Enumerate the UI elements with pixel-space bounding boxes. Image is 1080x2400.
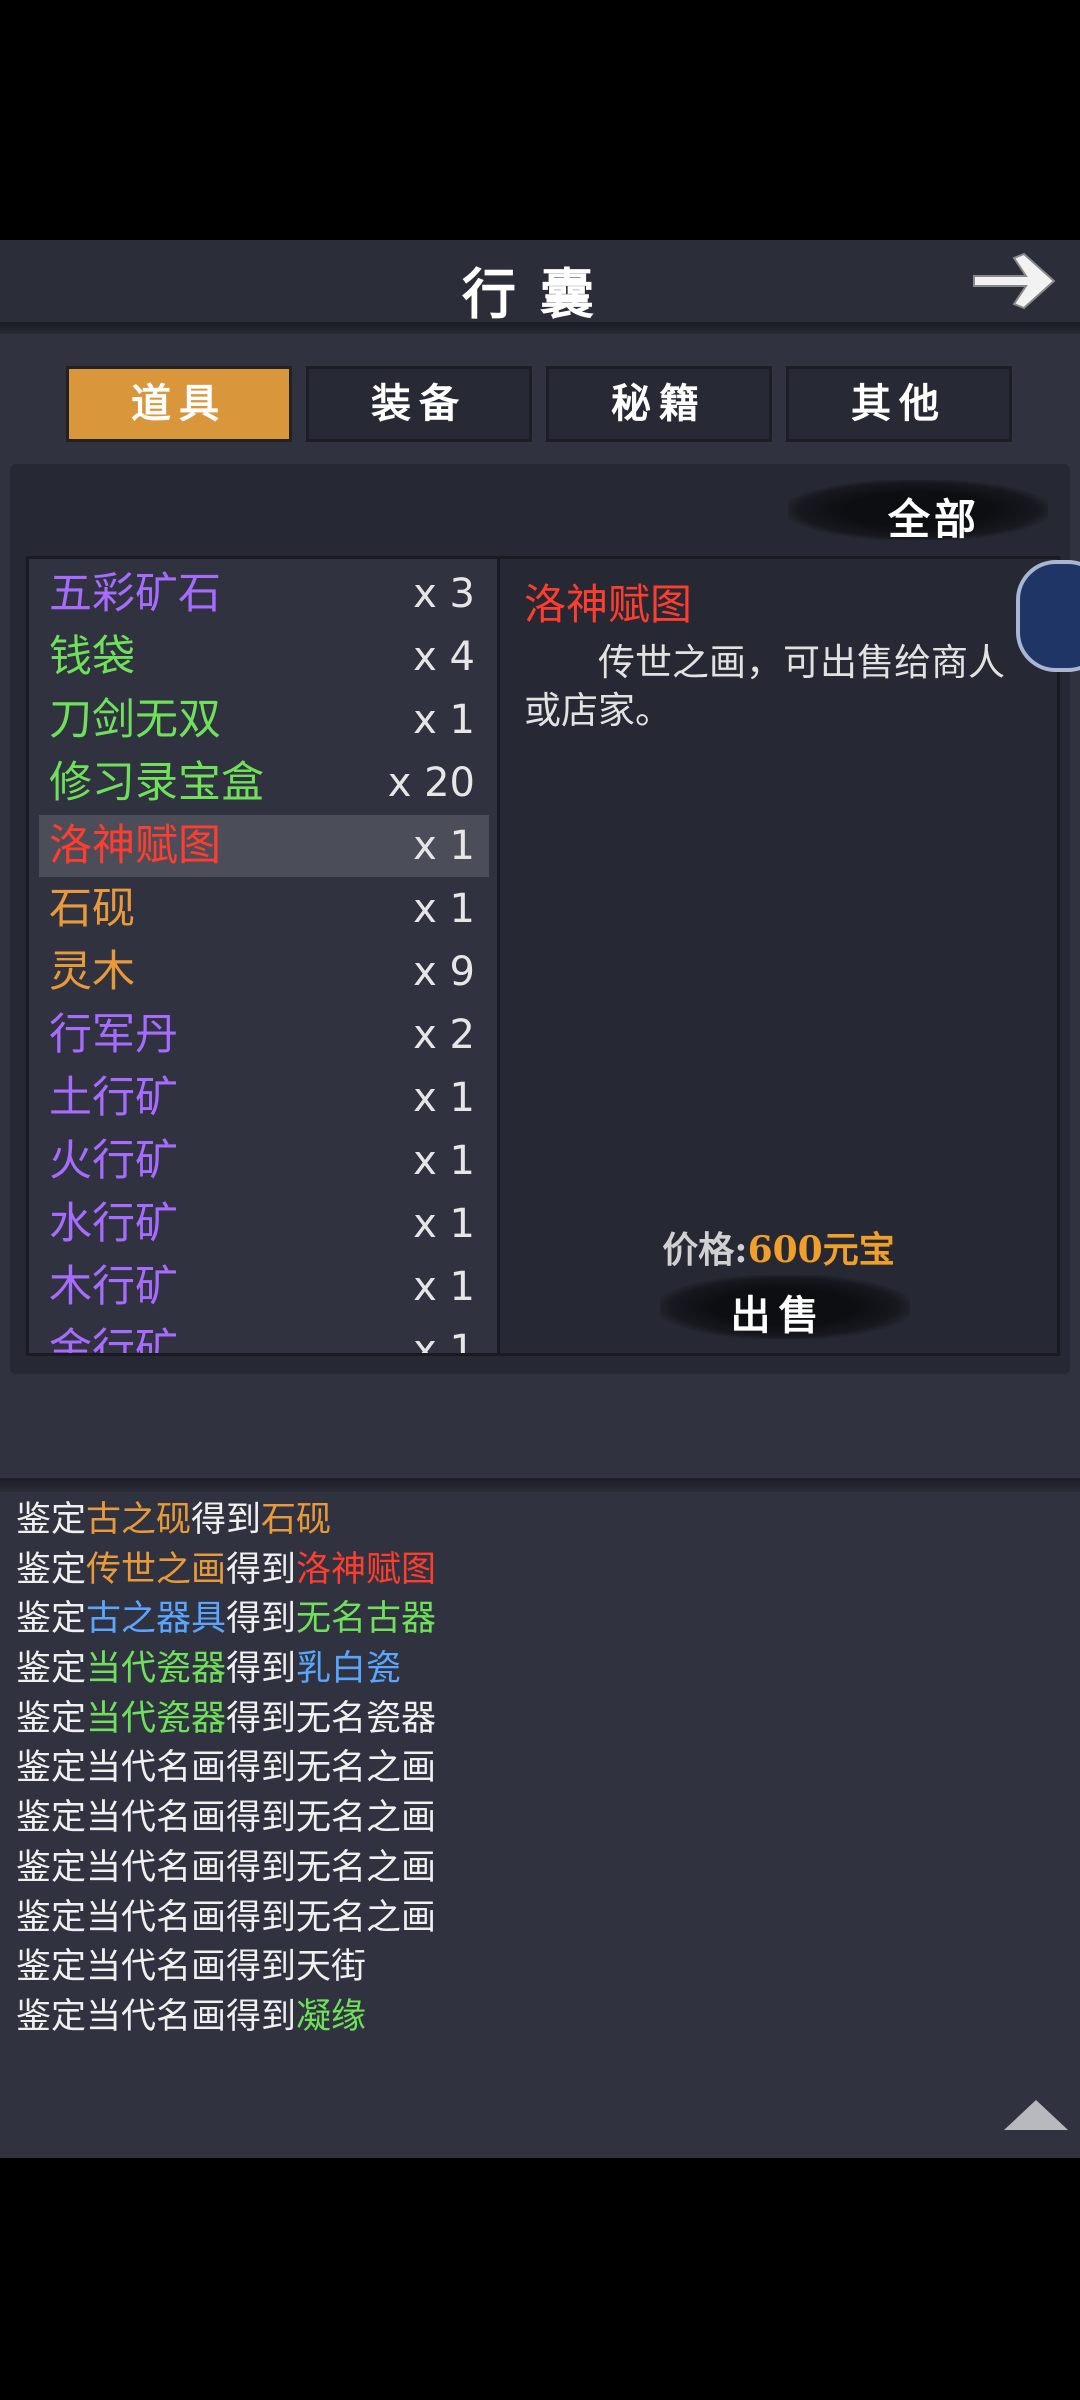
item-name: 石砚 [49,884,135,934]
list-item[interactable]: 木行矿 x 1 [39,1256,489,1318]
log-line: 鉴定当代名画得到无名之画 [16,1894,436,1944]
header-divider [0,322,1080,334]
log-line: 鉴定当代名画得到无名之画 [16,1844,436,1894]
log-line: 鉴定当代名画得到无名之画 [16,1744,436,1794]
log-segment: 得到 [226,1599,297,1640]
item-name: 行军丹 [49,1010,178,1060]
list-item[interactable]: 钱袋 x 4 [39,626,489,688]
log-line: 鉴定传世之画得到洛神赋图 [16,1546,436,1596]
log-line: 鉴定当代瓷器得到乳白瓷 [16,1645,436,1695]
sell-label: 出售 [730,1292,827,1339]
log-segment: 凝缘 [296,1996,367,2037]
content-area: 全部 五彩矿石 x 3 钱袋 x 4 刀剑无双 x 1 修习录宝盒 x 20 洛神赋图 x 1 石砚… [10,464,1080,1374]
item-count: x 4 [413,634,475,680]
list-item[interactable]: 水行矿 x 1 [39,1193,489,1255]
log-segment: 无名古器 [296,1599,437,1640]
log-segment: 鉴定当代名画得到无名之画 [16,1847,437,1888]
list-item[interactable]: 石砚 x 1 [39,878,489,940]
item-count: x 1 [413,886,475,932]
log-line: 鉴定当代名画得到凝缘 [16,1993,436,2043]
item-name: 土行矿 [49,1073,178,1123]
item-count: x 1 [413,1075,475,1121]
page-title: 行囊 [462,262,618,326]
item-count: x 1 [413,1138,475,1184]
list-item[interactable]: 行军丹 x 2 [39,1004,489,1066]
header-bar: 行囊 [0,240,1080,326]
item-name: 钱袋 [49,632,135,682]
item-list[interactable]: 五彩矿石 x 3 钱袋 x 4 刀剑无双 x 1 修习录宝盒 x 20 洛神赋图 x 1 石砚 x 1… [26,556,500,1356]
item-name: 火行矿 [49,1136,178,1186]
price-label: 价格: [662,1229,748,1271]
tab-equipment[interactable]: 装备 [306,366,532,442]
tab-other[interactable]: 其他 [786,366,1012,442]
list-item[interactable]: 五彩矿石 x 3 [39,563,489,625]
log-line: 鉴定古之砚得到石砚 [16,1496,436,1546]
arrow-right-icon[interactable] [968,246,1060,316]
detail-title: 洛神赋图 [524,580,693,629]
item-count: x 9 [413,949,475,995]
tab-manuals[interactable]: 秘籍 [546,366,772,442]
side-badge-icon[interactable] [1016,560,1080,672]
log-line: 鉴定当代瓷器得到无名瓷器 [16,1695,436,1745]
filter-label: 全部 [887,495,980,544]
log-line: 鉴定当代名画得到无名之画 [16,1794,436,1844]
log-segment: 得到 [226,1649,297,1690]
log-line: 鉴定古之器具得到无名古器 [16,1595,436,1645]
inventory-panel: 行囊 道具 装备 秘籍 其他 全部 五彩矿石 x 3 钱袋 x 4 刀剑无双 x 1 修习录… [0,240,1080,2158]
list-item[interactable]: 修习录宝盒 x 20 [39,752,489,814]
log-line: 鉴定当代名画得到天街 [16,1943,436,1993]
item-count: x 1 [413,1264,475,1310]
log-segment: 鉴定 [16,1649,87,1690]
list-item[interactable]: 土行矿 x 1 [39,1067,489,1129]
list-item[interactable]: 刀剑无双 x 1 [39,689,489,751]
list-item[interactable]: 灵木 x 9 [39,941,489,1003]
tab-items[interactable]: 道具 [66,366,292,442]
detail-description: 传世之画，可出售给商人或店家。 [524,641,1005,732]
appraisal-log: 鉴定古之砚得到石砚 鉴定传世之画得到洛神赋图 鉴定古之器具得到无名古器 鉴定当代瓷器得… [16,1496,436,2043]
log-segment: 传世之画 [86,1549,227,1590]
log-segment: 鉴定当代名画得到无名之画 [16,1748,437,1789]
log-segment: 鉴定 [16,1500,87,1540]
item-count: x 2 [413,1012,475,1058]
item-name: 金行矿 [49,1325,178,1356]
item-name: 洛神赋图 [49,821,221,871]
log-segment: 鉴定 [16,1549,87,1590]
log-segment: 乳白瓷 [296,1649,402,1690]
price-value: 600元宝 [747,1229,895,1271]
item-count: x 1 [413,1201,475,1247]
log-segment: 鉴定当代名画得到无名之画 [16,1897,437,1938]
log-segment: 鉴定当代名画得到无名之画 [16,1798,437,1839]
item-name: 五彩矿石 [49,569,221,619]
item-count: x 3 [413,571,475,617]
log-segment: 得到 [226,1549,297,1590]
item-detail: 洛神赋图 传世之画，可出售给商人或店家。 价格:600元宝 出售 [500,556,1060,1356]
item-count: x 20 [387,760,475,806]
list-item[interactable]: 洛神赋图 x 1 [39,815,489,877]
item-count: x 1 [413,697,475,743]
item-name: 刀剑无双 [49,695,221,745]
log-segment: 洛神赋图 [296,1549,437,1590]
log-segment: 得到无名瓷器 [226,1698,437,1739]
log-segment: 鉴定当代名画得到天街 [16,1947,367,1988]
log-segment: 鉴定当代名画得到 [16,1996,297,2037]
item-count: x 1 [413,823,475,869]
list-item[interactable]: 火行矿 x 1 [39,1130,489,1192]
item-name: 修习录宝盒 [49,758,264,808]
log-segment: 当代瓷器 [86,1698,227,1739]
log-segment: 鉴定 [16,1599,87,1640]
price: 价格:600元宝 [500,1221,1057,1273]
log-divider [0,1478,1080,1492]
list-item[interactable]: 金行矿 x 1 [39,1319,489,1356]
item-name: 水行矿 [49,1199,178,1249]
log-segment: 石砚 [261,1500,332,1540]
scroll-up-icon[interactable] [1004,2100,1068,2130]
log-segment: 当代瓷器 [86,1649,227,1690]
log-segment: 古之砚 [86,1500,192,1540]
item-count: x 1 [413,1327,475,1356]
log-segment: 古之器具 [86,1599,227,1640]
item-name: 灵木 [49,947,135,997]
item-name: 木行矿 [49,1262,178,1312]
log-segment: 鉴定 [16,1698,87,1739]
log-segment: 得到 [191,1500,262,1540]
